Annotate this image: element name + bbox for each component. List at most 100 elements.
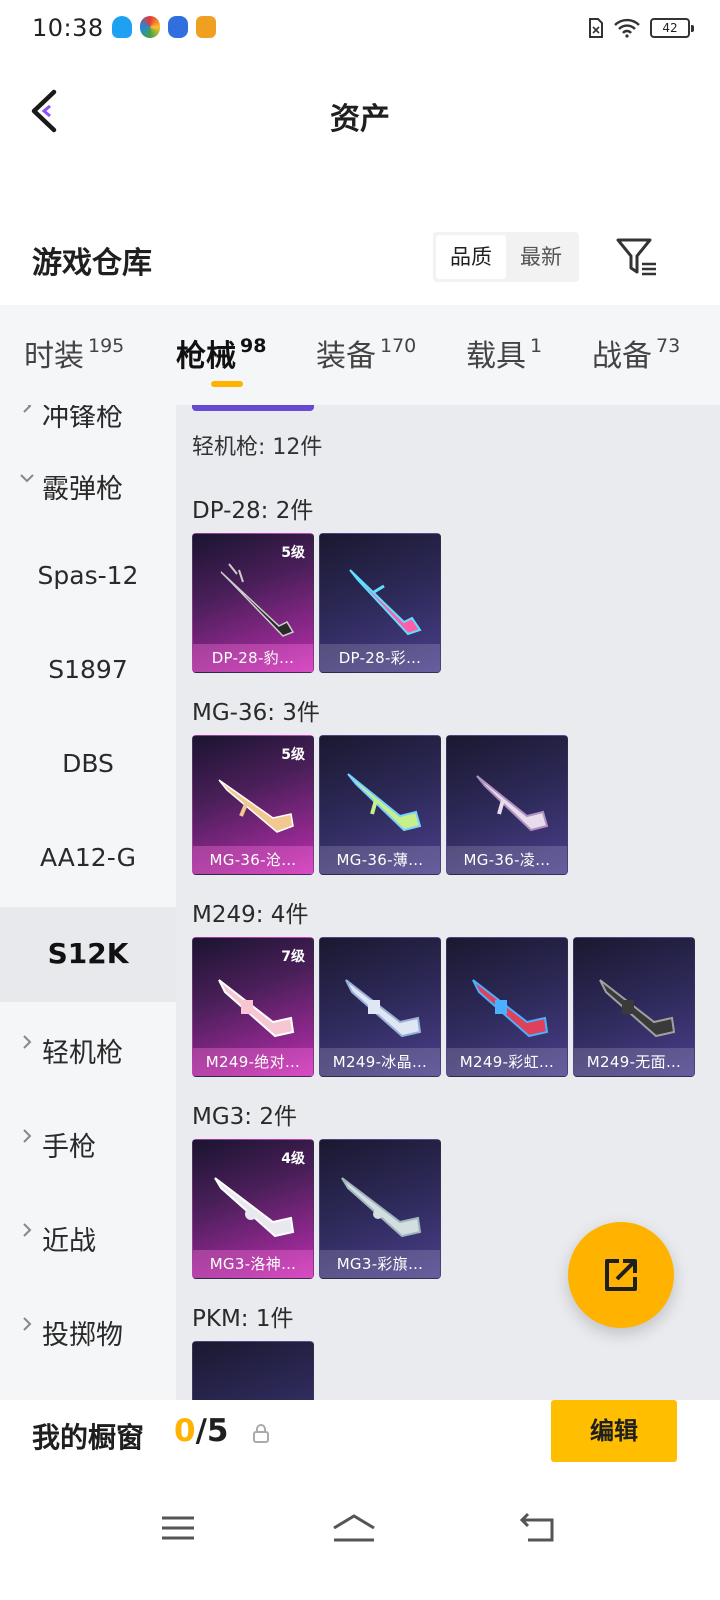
item-card[interactable]: MG-36-凌… (446, 735, 568, 875)
gun-image (218, 979, 295, 1038)
item-card[interactable]: M249-无面… (573, 937, 695, 1077)
gun-image (599, 979, 676, 1038)
chevron-right-icon (23, 1129, 32, 1143)
tab-indicator (211, 381, 243, 387)
item-name: MG3-彩旗… (320, 1250, 440, 1278)
group-title: MG3: 2件 (192, 1104, 297, 1130)
page-title: 资产 (330, 102, 390, 137)
tab-vehicle[interactable]: 载具 1 (466, 331, 542, 375)
item-card[interactable]: MG-36-薄… (319, 735, 441, 875)
sidebar-item-dbs[interactable]: DBS (0, 719, 176, 814)
tab-firearms[interactable]: 枪械 98 (176, 331, 266, 375)
tab-count: 73 (656, 335, 681, 357)
back-nav-icon[interactable] (518, 1510, 558, 1546)
gun-image (214, 1177, 295, 1238)
system-nav-bar (0, 1492, 720, 1600)
item-card[interactable]: 5级 MG-36-沧… (192, 735, 314, 875)
app-icon (140, 16, 160, 38)
chevron-right-icon (23, 405, 32, 413)
chevron-right-icon (23, 1317, 32, 1331)
gun-image (220, 563, 295, 637)
gun-image (218, 779, 294, 833)
item-card[interactable]: M249-彩虹… (446, 937, 568, 1077)
share-icon (605, 1259, 637, 1291)
sidebar: 冲锋枪 霰弹枪 Spas-12 S1897 DBS AA12-G S12K 轻机… (0, 405, 176, 1400)
card-row: 5级 DP-28-豹… DP-28-彩… (192, 533, 441, 673)
showcase-bar: 我的橱窗 0/5 编辑 (0, 1400, 720, 1480)
item-card[interactable] (192, 405, 314, 411)
item-name: MG-36-凌… (447, 846, 567, 874)
item-name: MG3-洛神… (193, 1250, 313, 1278)
status-right: 42 (588, 18, 694, 38)
warehouse-header: 游戏仓库 品质 最新 (0, 220, 720, 300)
battery-icon: 42 (650, 18, 694, 38)
chevron-down-icon (20, 474, 34, 483)
chevron-right-icon (23, 1223, 32, 1237)
tab-count: 98 (240, 335, 267, 357)
group-title: DP-28: 2件 (192, 498, 314, 524)
warehouse-title: 游戏仓库 (32, 246, 152, 281)
item-name: M249-彩虹… (447, 1048, 567, 1076)
sidebar-item-pistol[interactable]: 手枪 (0, 1095, 176, 1190)
gun-image (349, 569, 422, 636)
item-card[interactable]: 7级 M249-绝对… (192, 937, 314, 1077)
game-icon (196, 16, 216, 38)
gun-image (341, 1177, 422, 1238)
status-time: 10:38 (32, 14, 104, 42)
sidebar-item-throwable[interactable]: 投掷物 (0, 1283, 176, 1378)
item-name: DP-28-彩… (320, 644, 440, 672)
home-icon[interactable] (330, 1510, 378, 1546)
card-row: 5级 MG-36-沧… MG-36-薄… MG-36-凌… (192, 735, 568, 875)
item-card[interactable] (192, 1341, 314, 1400)
item-name: M249-冰晶… (320, 1048, 440, 1076)
gun-image (345, 979, 422, 1038)
item-name: MG-36-薄… (320, 846, 440, 874)
notification-icons (112, 16, 216, 38)
tab-count: 1 (530, 335, 543, 357)
card-row: 4级 MG3-洛神… MG3-彩旗… (192, 1139, 441, 1279)
sort-newest-button[interactable]: 最新 (506, 235, 576, 279)
item-name: DP-28-豹… (193, 644, 313, 672)
item-name: MG-36-沧… (193, 846, 313, 874)
group-title: MG-36: 3件 (192, 700, 320, 726)
item-card[interactable]: M249-冰晶… (319, 937, 441, 1077)
level-badge: 5级 (281, 545, 305, 561)
share-button[interactable] (568, 1222, 674, 1328)
item-card[interactable]: DP-28-彩… (319, 533, 441, 673)
edit-button[interactable]: 编辑 (551, 1400, 677, 1462)
tab-count: 170 (380, 335, 417, 357)
gun-image (347, 773, 422, 832)
tab-fashion[interactable]: 时装 195 (24, 331, 124, 375)
card-row: 7级 M249-绝对… M249-冰晶… M249-彩虹… M249-无面… (192, 937, 695, 1077)
showcase-label: 我的橱窗 (32, 1421, 145, 1454)
lock-icon (253, 1424, 269, 1443)
sidebar-item-s12k[interactable]: S12K (0, 907, 176, 1002)
item-card[interactable]: 5级 DP-28-豹… (192, 533, 314, 673)
sidebar-item-shotgun[interactable]: 霰弹枪 (0, 437, 176, 532)
item-name: M249-绝对… (193, 1048, 313, 1076)
chevron-right-icon (23, 1035, 32, 1049)
menu-icon[interactable] (158, 1510, 198, 1546)
sidebar-item-spas12[interactable]: Spas-12 (0, 531, 176, 626)
level-badge: 7级 (281, 949, 305, 965)
sidebar-item-s1897[interactable]: S1897 (0, 625, 176, 720)
section-title: 轻机枪: 12件 (192, 435, 323, 460)
nav-bar: 资产 (0, 64, 720, 164)
sidebar-item-melee[interactable]: 近战 (0, 1189, 176, 1284)
wifi-icon (614, 18, 640, 38)
sim-icon (589, 18, 603, 38)
item-name: M249-无面… (574, 1048, 694, 1076)
tab-supplies[interactable]: 战备 73 (592, 331, 680, 375)
item-card[interactable]: 4级 MG3-洛神… (192, 1139, 314, 1279)
group-title: M249: 4件 (192, 902, 309, 928)
group-title: PKM: 1件 (192, 1306, 294, 1332)
sort-toggle: 品质 最新 (433, 232, 579, 282)
sort-quality-button[interactable]: 品质 (436, 235, 506, 279)
sidebar-item-lmg[interactable]: 轻机枪 (0, 1001, 176, 1096)
item-card[interactable]: MG3-彩旗… (319, 1139, 441, 1279)
filter-icon[interactable] (614, 234, 660, 280)
sidebar-item-aa12g[interactable]: AA12-G (0, 813, 176, 908)
tab-equipment[interactable]: 装备 170 (316, 331, 416, 375)
gun-image (472, 979, 549, 1038)
level-badge: 4级 (281, 1151, 305, 1167)
